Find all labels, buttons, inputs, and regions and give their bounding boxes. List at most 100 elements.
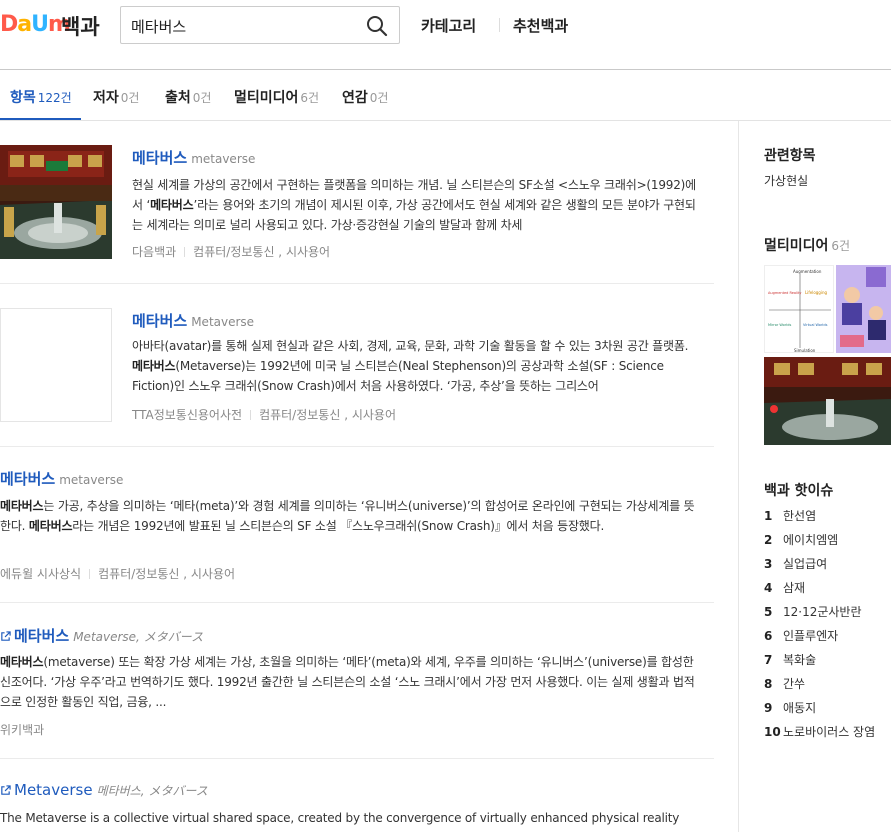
hot-issue-label: 에이치엠엠 [783,533,839,547]
metaverse-scene-image-2[interactable] [764,357,891,445]
tab-items[interactable]: 항목 122건 [10,87,72,107]
result-title-text: 메타버스 [14,627,70,645]
result-description: 메타버스(metaverse) 또는 확장 가상 세계는 가상, 초월을 의미하… [0,655,695,709]
result-source[interactable]: 에듀윌 시사상식 [0,567,81,581]
hot-issue-item[interactable]: 8 간쑤 [764,675,891,699]
hot-issue-label: 노로바이러스 장염 [783,725,876,739]
hot-issue-item[interactable]: 1 한선염 [764,507,891,531]
result-title-text: 메타버스 [0,470,56,488]
hot-issue-label: 복화술 [783,653,817,667]
result-divider [0,283,714,284]
meta-divider [89,569,91,579]
hot-issue-item[interactable]: 4 삼재 [764,579,891,603]
result-subtitle: Metaverse, メタバース [73,630,204,644]
hot-issue-rank: 10 [764,725,781,739]
diagram-label-left-bottom: Mirror Worlds [768,323,791,327]
result-source[interactable]: 다음백과 [132,245,176,259]
active-tab-indicator [0,118,81,120]
tab-count: 0건 [120,91,140,105]
logo-letter-a: a [17,12,32,37]
hot-issue-item[interactable]: 5 12·12군사반란 [764,603,891,627]
related-item[interactable]: 가상현실 [764,172,808,189]
result-title-text: 메타버스 [132,312,188,330]
result-title[interactable]: 메타버스 Metaverse, メタバース [0,625,203,646]
result-title[interactable]: 메타버스 metaverse [132,147,255,168]
result-category[interactable]: 컴퓨터/정보통신 , 시사용어 [98,567,235,581]
hot-issue-rank: 8 [764,677,773,691]
result-meta: 위키백과 [0,721,44,738]
tab-authors[interactable]: 저자 0건 [93,87,139,107]
tab-count: 6건 [300,91,320,105]
hot-issue-item[interactable]: 2 에이치엠엠 [764,531,891,555]
top-divider [499,18,500,32]
result-title[interactable]: Metaverse 메타버스, メタバース [0,781,208,799]
result-tabs: 항목 122건 저자 0건 출처 0건 멀티미디어 6건 연감 0건 [0,71,891,121]
hot-issue-item[interactable]: 6 인플루엔자 [764,627,891,651]
external-link-icon [1,785,11,795]
logo-letter-d: D [0,12,18,37]
tab-label: 멀티미디어 [234,90,299,106]
result-thumbnail[interactable] [0,145,112,259]
hot-issue-heading: 백과 핫이슈 [764,483,834,499]
daum-logo[interactable]: DaUm [0,12,71,37]
hot-issue-label: 실업급여 [783,557,828,571]
hot-issue-rank: 7 [764,653,773,667]
result-divider [0,446,714,447]
result-category[interactable]: 컴퓨터/정보통신 , 시사용어 [259,408,396,422]
related-heading: 관련항목 [764,148,816,164]
result-title[interactable]: 메타버스 Metaverse [132,310,254,331]
result-title[interactable]: 메타버스 metaverse [0,468,123,489]
hot-issue-rank: 4 [764,581,773,595]
result-category[interactable]: 컴퓨터/정보통신 , 시사용어 [193,245,330,259]
metaverse-diagram-image[interactable]: Augmentation Augmented Reality Lifeloggi… [764,265,834,353]
diagram-label-bottom: Simulation [794,348,816,353]
hot-issue-label: 12·12군사반란 [783,605,862,619]
diagram-label-right-bottom: Virtual Worlds [803,323,828,327]
service-name[interactable]: 백과 [61,11,100,41]
tab-multimedia[interactable]: 멀티미디어 6건 [234,87,319,107]
meta-divider [250,410,252,420]
result-description: 메타버스는 가공, 추상을 의미하는 ‘메타(meta)’와 경험 세계를 의미… [0,499,695,533]
result-description: The Metaverse is a collective virtual sh… [0,811,680,825]
result-source[interactable]: 위키백과 [0,723,44,737]
hot-issue-item[interactable]: 3 실업급여 [764,555,891,579]
tab-yearbook[interactable]: 연감 0건 [342,87,388,107]
result-meta: 다음백과 컴퓨터/정보통신 , 시사용어 [132,243,330,260]
tab-sources[interactable]: 출처 0건 [165,87,211,107]
hot-issue-label: 인플루엔자 [783,629,839,643]
hot-issue-list: 1 한선염 2 에이치엠엠 3 실업급여 4 삼재 5 12·12군사반란 6 인플루엔자 … [764,507,891,747]
hot-issue-rank: 9 [764,701,773,715]
illustration-graphic [836,265,891,353]
diagram-graphic: Augmentation Augmented Reality Lifeloggi… [768,269,831,353]
multimedia-count: 6건 [831,239,851,253]
meta-divider [184,247,186,257]
hot-issue-item[interactable]: 9 애동지 [764,699,891,723]
tab-label: 항목 [10,90,36,106]
result-thumbnail-empty[interactable] [0,308,112,422]
multimedia-heading: 멀티미디어 6건 [764,235,850,255]
diagram-label-top: Augmentation [793,269,822,274]
hot-issue-item[interactable]: 7 복화술 [764,651,891,675]
tab-count: 0건 [369,91,389,105]
search-box [120,6,400,44]
result-subtitle: 메타버스, メタバース [96,784,208,798]
result-description: 아바타(avatar)를 통해 실제 현실과 같은 사회, 경제, 교육, 문화… [132,339,689,393]
category-link[interactable]: 카테고리 [421,15,476,36]
metaverse-illustration-image[interactable] [836,265,891,353]
result-meta: TTA정보통신용어사전 컴퓨터/정보통신 , 시사용어 [132,406,396,423]
search-icon[interactable] [365,14,389,38]
result-title-text: Metaverse [14,781,93,799]
hot-issue-label: 삼재 [783,581,806,595]
recommend-link[interactable]: 추천백과 [513,15,568,36]
hot-issue-rank: 5 [764,605,773,619]
result-subtitle: Metaverse [191,315,255,329]
result-meta: 에듀윌 시사상식 컴퓨터/정보통신 , 시사용어 [0,565,235,582]
tab-count: 0건 [192,91,212,105]
hot-issue-label: 한선염 [783,509,817,523]
hot-issue-label: 애동지 [783,701,817,715]
hot-issue-rank: 2 [764,533,773,547]
result-title-text: 메타버스 [132,149,188,167]
hot-issue-item[interactable]: 10 노로바이러스 장염 [764,723,891,747]
search-input[interactable] [131,15,351,37]
result-source[interactable]: TTA정보통신용어사전 [132,408,242,422]
